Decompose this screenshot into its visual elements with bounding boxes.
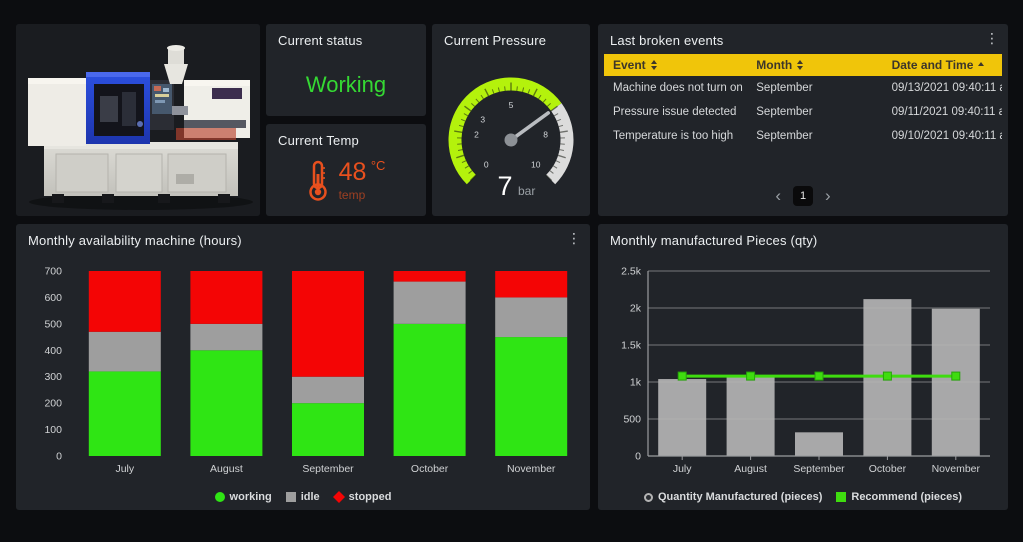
legend-label: Recommend (pieces) <box>851 491 962 503</box>
circle-marker-icon <box>215 492 225 502</box>
sort-both-icon <box>651 60 657 70</box>
kebab-menu-icon[interactable]: ⋮ <box>985 31 999 45</box>
events-table-body: Machine does not turn onSeptember09/13/2… <box>604 76 1002 148</box>
current-status-title: Current status <box>278 33 362 48</box>
events-pagination: ‹ 1 › <box>598 186 1008 206</box>
svg-text:400: 400 <box>44 345 62 357</box>
legend-item-recommend-pieces-[interactable]: Recommend (pieces) <box>836 491 962 503</box>
svg-text:0: 0 <box>484 160 489 170</box>
legend-item-stopped[interactable]: stopped <box>334 491 392 503</box>
current-temp-panel: Current Temp 48 °C temp <box>266 124 426 216</box>
sort-both-icon <box>797 60 803 70</box>
temp-unit: °C <box>371 158 386 173</box>
injection-molding-machine-image <box>16 24 260 216</box>
legend-label: stopped <box>349 491 392 503</box>
table-cell: 09/10/2021 09:40:11 am <box>883 130 1002 142</box>
pieces-chart-panel: Monthly manufactured Pieces (qty) 05001k… <box>598 224 1008 510</box>
availability-stacked-bar-chart: 0 100 200 300 400 500 600 700 July August Septembe… <box>16 224 590 510</box>
column-label: Event <box>613 58 646 72</box>
svg-text:0: 0 <box>56 451 62 463</box>
svg-text:500: 500 <box>44 318 62 330</box>
svg-text:1.5k: 1.5k <box>621 340 642 352</box>
svg-text:10: 10 <box>531 160 541 170</box>
table-cell: 09/13/2021 09:40:11 am <box>883 82 1002 94</box>
square-marker-icon <box>286 492 296 502</box>
svg-text:200: 200 <box>44 398 62 410</box>
last-broken-events-panel: Last broken events ⋮ Event Month Date and … <box>598 24 1008 216</box>
current-status-panel: Current status Working <box>266 24 426 116</box>
legend-label: Quantity Manufactured (pieces) <box>658 491 822 503</box>
machine-photo-panel <box>16 24 260 216</box>
column-header-month[interactable]: Month <box>747 54 882 76</box>
svg-text:July: July <box>673 463 692 475</box>
events-title: Last broken events <box>610 33 723 48</box>
svg-text:August: August <box>734 463 767 475</box>
table-cell: 09/11/2021 09:40:11 am <box>883 106 1002 118</box>
current-pressure-panel: Current Pressure 0 23 5 8 10 7 bar <box>432 24 590 216</box>
svg-text:2.5k: 2.5k <box>621 266 642 278</box>
svg-text:7: 7 <box>497 171 512 201</box>
events-table: Event Month Date and Time Machine does not… <box>604 54 1002 148</box>
svg-text:November: November <box>932 463 981 475</box>
current-pressure-title: Current Pressure <box>444 33 546 48</box>
pagination-page-1[interactable]: 1 <box>793 186 813 206</box>
ring-marker-icon <box>644 493 653 502</box>
current-temp-title: Current Temp <box>278 133 359 148</box>
svg-text:October: October <box>411 463 449 475</box>
square-marker-icon <box>836 492 846 502</box>
table-row[interactable]: Temperature is too highSeptember09/10/20… <box>604 124 1002 148</box>
svg-text:100: 100 <box>44 424 62 436</box>
svg-text:500: 500 <box>623 414 641 426</box>
svg-text:July: July <box>115 463 134 475</box>
svg-text:3: 3 <box>480 114 485 124</box>
column-header-event[interactable]: Event <box>604 54 747 76</box>
svg-text:September: September <box>302 463 354 475</box>
pagination-next-icon[interactable]: › <box>825 187 831 205</box>
availability-legend: working idle stopped <box>16 491 590 503</box>
legend-label: working <box>230 491 272 503</box>
svg-text:September: September <box>793 463 845 475</box>
svg-text:8: 8 <box>543 130 548 140</box>
svg-text:2k: 2k <box>630 303 642 315</box>
legend-item-quantity-manufactured-pieces-[interactable]: Quantity Manufactured (pieces) <box>644 491 822 503</box>
pagination-prev-icon[interactable]: ‹ <box>775 187 781 205</box>
column-label: Date and Time <box>892 58 974 72</box>
availability-chart-panel: Monthly availability machine (hours) ⋮ 0… <box>16 224 590 510</box>
table-cell: Pressure issue detected <box>604 106 747 118</box>
svg-text:October: October <box>869 463 907 475</box>
svg-text:bar: bar <box>518 184 535 198</box>
column-label: Month <box>756 58 792 72</box>
table-cell: Machine does not turn on <box>604 82 747 94</box>
table-cell: September <box>747 82 882 94</box>
legend-item-working[interactable]: working <box>215 491 272 503</box>
svg-text:0: 0 <box>635 451 641 463</box>
table-cell: September <box>747 130 882 142</box>
svg-text:5: 5 <box>509 100 514 110</box>
pieces-legend: Quantity Manufactured (pieces) Recommend … <box>598 491 1008 503</box>
table-row[interactable]: Pressure issue detectedSeptember09/11/20… <box>604 100 1002 124</box>
legend-item-idle[interactable]: idle <box>286 491 320 503</box>
column-header-date-and-time[interactable]: Date and Time <box>883 54 1002 76</box>
pressure-gauge: 0 23 5 8 10 7 bar <box>432 56 590 214</box>
svg-text:August: August <box>210 463 243 475</box>
status-value: Working <box>266 72 426 98</box>
legend-label: idle <box>301 491 320 503</box>
svg-text:600: 600 <box>44 292 62 304</box>
thermometer-icon <box>307 158 329 202</box>
diamond-marker-icon <box>333 491 345 503</box>
table-cell: Temperature is too high <box>604 130 747 142</box>
events-table-header: Event Month Date and Time <box>604 54 1002 76</box>
svg-text:2: 2 <box>474 130 479 140</box>
table-row[interactable]: Machine does not turn onSeptember09/13/2… <box>604 76 1002 100</box>
svg-text:300: 300 <box>44 371 62 383</box>
table-cell: September <box>747 106 882 118</box>
temp-value: 48 <box>339 158 367 186</box>
svg-text:700: 700 <box>44 266 62 278</box>
svg-text:1k: 1k <box>630 377 642 389</box>
temp-sublabel: temp <box>339 188 386 202</box>
svg-text:November: November <box>507 463 556 475</box>
pieces-bar-line-chart: 0 500 1k 1.5k 2k 2.5k July August September Octob… <box>598 224 1008 510</box>
sort-asc-icon <box>978 62 984 68</box>
